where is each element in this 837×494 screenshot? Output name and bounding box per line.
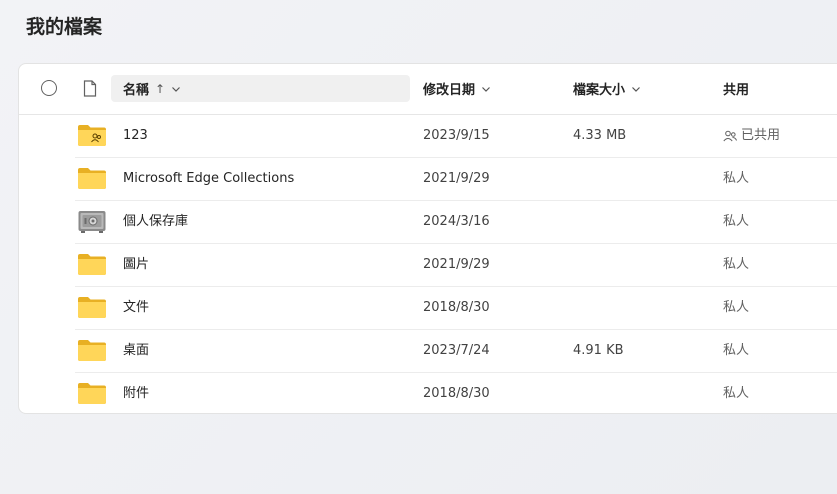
- column-header-size-label: 檔案大小: [573, 83, 626, 98]
- modified-date: 2021/9/29: [423, 171, 490, 186]
- folder-icon: [78, 297, 106, 318]
- shared-folder-icon: [78, 125, 106, 146]
- table-row[interactable]: 圖片 2021/9/29 私人: [75, 243, 837, 287]
- modified-date: 2023/9/15: [423, 128, 490, 143]
- table-row[interactable]: 桌面 2023/7/24 4.91 KB 私人: [75, 329, 837, 373]
- file-name[interactable]: 桌面: [123, 329, 149, 372]
- sharing-status-label: 已共用: [741, 128, 781, 143]
- folder-icon: [78, 340, 106, 361]
- modified-date: 2018/8/30: [423, 386, 490, 401]
- sharing-status: 私人: [723, 386, 750, 401]
- modified-date: 2024/3/16: [423, 214, 490, 229]
- file-list: 名稱 ↑ 修改日期 檔案大小 共用 123 2023/9/15 4.33 MB: [18, 63, 837, 414]
- chevron-down-icon: [172, 86, 181, 92]
- modified-date: 2023/7/24: [423, 343, 490, 358]
- modified-date: 2018/8/30: [423, 300, 490, 315]
- file-name[interactable]: 123: [123, 114, 148, 157]
- table-row[interactable]: 附件 2018/8/30 私人: [75, 372, 837, 415]
- table-row[interactable]: 個人保存庫 2024/3/16 私人: [75, 200, 837, 244]
- sharing-status: 已共用: [723, 114, 780, 157]
- column-header-size[interactable]: 檔案大小: [573, 75, 641, 102]
- modified-date: 2021/9/29: [423, 257, 490, 272]
- folder-icon: [78, 168, 106, 189]
- column-header-row: 名稱 ↑ 修改日期 檔案大小 共用: [19, 64, 837, 115]
- table-row[interactable]: 123 2023/9/15 4.33 MB 已共用: [75, 114, 837, 158]
- sharing-status: 私人: [723, 343, 750, 358]
- file-name[interactable]: 個人保存庫: [123, 200, 188, 243]
- file-name[interactable]: 附件: [123, 372, 149, 415]
- file-size: 4.33 MB: [573, 128, 627, 143]
- chevron-down-icon: [632, 86, 640, 92]
- column-header-shared-label: 共用: [723, 83, 750, 98]
- sharing-status: 私人: [723, 257, 750, 272]
- select-all-checkbox[interactable]: [41, 80, 57, 96]
- folder-icon: [78, 254, 106, 275]
- page-title: 我的檔案: [26, 16, 103, 38]
- column-header-name-label: 名稱: [123, 83, 150, 98]
- folder-icon: [78, 383, 106, 404]
- file-size: 4.91 KB: [573, 343, 624, 358]
- sharing-status: 私人: [723, 300, 750, 315]
- file-name[interactable]: Microsoft Edge Collections: [123, 157, 294, 200]
- column-header-modified-label: 修改日期: [423, 83, 476, 98]
- sharing-status: 私人: [723, 214, 750, 229]
- file-name[interactable]: 圖片: [123, 243, 149, 286]
- vault-icon: [78, 211, 106, 233]
- sort-ascending-icon: ↑: [155, 81, 166, 96]
- column-header-modified[interactable]: 修改日期: [423, 75, 491, 102]
- table-row[interactable]: Microsoft Edge Collections 2021/9/29 私人: [75, 157, 837, 201]
- sharing-status: 私人: [723, 171, 750, 186]
- table-row[interactable]: 文件 2018/8/30 私人: [75, 286, 837, 330]
- file-name[interactable]: 文件: [123, 286, 149, 329]
- chevron-down-icon: [482, 86, 490, 92]
- people-icon: [723, 130, 737, 141]
- file-type-icon[interactable]: [83, 80, 97, 97]
- column-header-name[interactable]: 名稱 ↑: [111, 75, 410, 102]
- column-header-shared[interactable]: 共用: [723, 75, 749, 102]
